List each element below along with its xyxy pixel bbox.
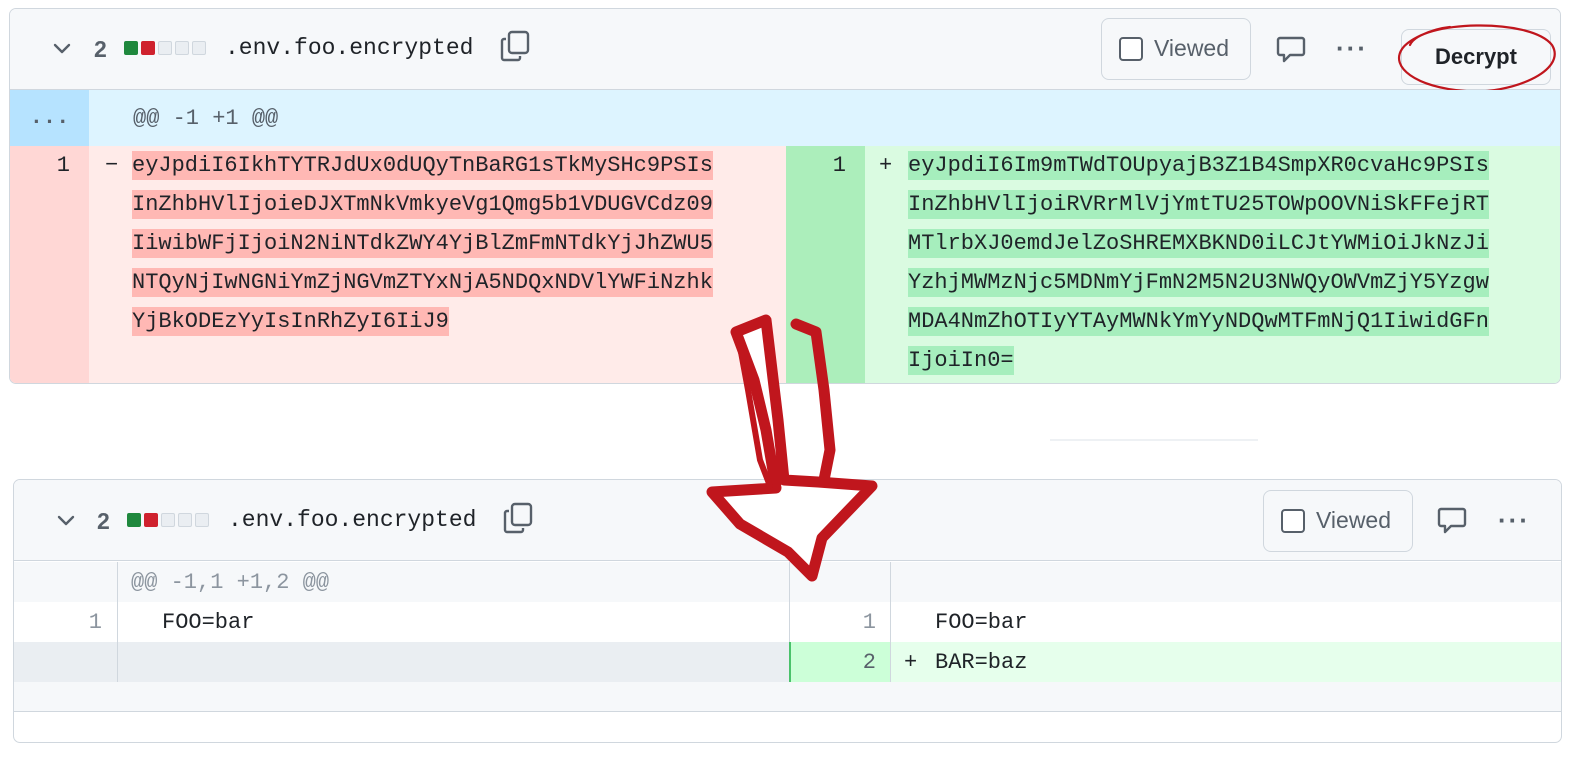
file-name[interactable]: .env.foo.encrypted: [228, 507, 476, 533]
code-line: eyJpdiI6Im9mTWdTOUpyajB3Z1B4SmpXR0cvaHc9…: [908, 151, 1489, 180]
kebab-icon[interactable]: ···: [1498, 505, 1530, 536]
empty-left-cell: [14, 642, 789, 682]
diffstat-add-square: [124, 41, 138, 55]
diffstat-del-square: [141, 41, 155, 55]
diff-row: 2 + BAR=baz: [14, 642, 1561, 682]
column-divider: [117, 602, 118, 642]
left-line-number[interactable]: 1: [10, 153, 70, 178]
addition-sign: +: [904, 650, 918, 675]
right-line-text: BAR=baz: [935, 650, 1028, 675]
code-line: InZhbHVlIjoieDJXTmNkVmkyeVg1Qmg5b1VDUGVC…: [132, 190, 713, 219]
chevron-down-icon[interactable]: [52, 39, 72, 59]
changes-count: 2: [94, 36, 107, 62]
arrow-down-annotation: [706, 314, 878, 582]
hunk-blank: [890, 562, 1561, 602]
annotation-circle: [1397, 24, 1556, 93]
left-gutter: [10, 146, 89, 383]
deleted-line-content: eyJpdiI6IkhTYTRJdUx0dUQyTnBaRG1sTkMySHc9…: [132, 146, 713, 341]
code-line: MDA4NmZhOTIyYTAyMWNkYmYyNDQwMTFmNjQ1Iiwi…: [908, 307, 1489, 336]
checkbox-icon: [1119, 37, 1143, 61]
diffstat-neutral-square: [192, 41, 206, 55]
viewed-label: Viewed: [1316, 507, 1392, 533]
diffstat-neutral-square: [161, 513, 175, 527]
copy-icon[interactable]: [502, 501, 534, 535]
comment-icon[interactable]: [1276, 34, 1306, 64]
hunk-gutter: [14, 562, 117, 602]
diffstat-del-square: [144, 513, 158, 527]
code-line: IiwibWFjIjoiN2NiNTdkZWY4YjBlZmFmNTdkYjJh…: [132, 229, 713, 258]
viewed-checkbox[interactable]: Viewed: [1263, 490, 1413, 552]
changes-count: 2: [97, 508, 110, 534]
diffstat-add-square: [127, 513, 141, 527]
diff-row: 1 FOO=bar 1 FOO=bar: [14, 602, 1561, 642]
file-header: 2 .env.foo.encrypted Viewed ··· Decrypt: [10, 9, 1560, 93]
right-line-text: FOO=bar: [935, 610, 1028, 635]
kebab-icon[interactable]: ···: [1336, 33, 1368, 64]
code-line: InZhbHVlIjoiRVRrMlVjYmtTU25TOWpOOVNiSkFF…: [908, 190, 1489, 219]
left-line-number[interactable]: 1: [14, 610, 102, 635]
chevron-down-icon[interactable]: [56, 511, 76, 531]
diffstat-neutral-square: [175, 41, 189, 55]
viewed-checkbox[interactable]: Viewed: [1101, 18, 1251, 80]
diff-footer: [14, 682, 1561, 712]
column-divider: [890, 602, 891, 642]
code-line: eyJpdiI6IkhTYTRJdUx0dUQyTnBaRG1sTkMySHc9…: [132, 151, 713, 180]
right-line-number[interactable]: 1: [790, 610, 876, 635]
diffstat-neutral-square: [158, 41, 172, 55]
viewed-label: Viewed: [1154, 35, 1230, 61]
right-line-number[interactable]: 2: [790, 650, 876, 675]
diffstat-neutral-square: [178, 513, 192, 527]
hunk-header: @@ -1 +1 @@: [133, 106, 279, 131]
file-name[interactable]: .env.foo.encrypted: [225, 35, 473, 61]
hunk-header-row: ... @@ -1 +1 @@: [10, 90, 1560, 146]
checkbox-icon: [1281, 509, 1305, 533]
divider: [1050, 439, 1258, 441]
hunk-header-row: @@ -1,1 +1,2 @@: [117, 562, 789, 602]
expand-hunk-button[interactable]: ...: [10, 90, 89, 146]
diffstat-neutral-square: [195, 513, 209, 527]
deletion-sign: −: [105, 153, 119, 178]
comment-icon[interactable]: [1437, 505, 1467, 535]
code-line: YjBkODEzYyIsInRhZyI6IiJ9: [132, 307, 449, 336]
column-divider: [117, 642, 118, 682]
code-line: MTlrbXJ0emdJelZoSHREMXBKND0iLCJtYWMiOiJk…: [908, 229, 1489, 258]
addition-sign: +: [879, 153, 893, 178]
code-line: IjoiIn0=: [908, 346, 1014, 375]
code-line: YzhjMWMzNjc5MDNmYjFmN2M5N2U3NWQyOWVmZjY5…: [908, 268, 1489, 297]
right-line-number[interactable]: 1: [786, 153, 846, 178]
added-line-content: eyJpdiI6Im9mTWdTOUpyajB3Z1B4SmpXR0cvaHc9…: [908, 146, 1489, 380]
left-line-text: FOO=bar: [162, 610, 255, 635]
code-line: NTQyNjIwNGNiYmZjNGVmZTYxNjA5NDQxNDVlYWFi…: [132, 268, 713, 297]
copy-icon[interactable]: [499, 29, 531, 63]
hunk-header: @@ -1,1 +1,2 @@: [131, 570, 330, 595]
